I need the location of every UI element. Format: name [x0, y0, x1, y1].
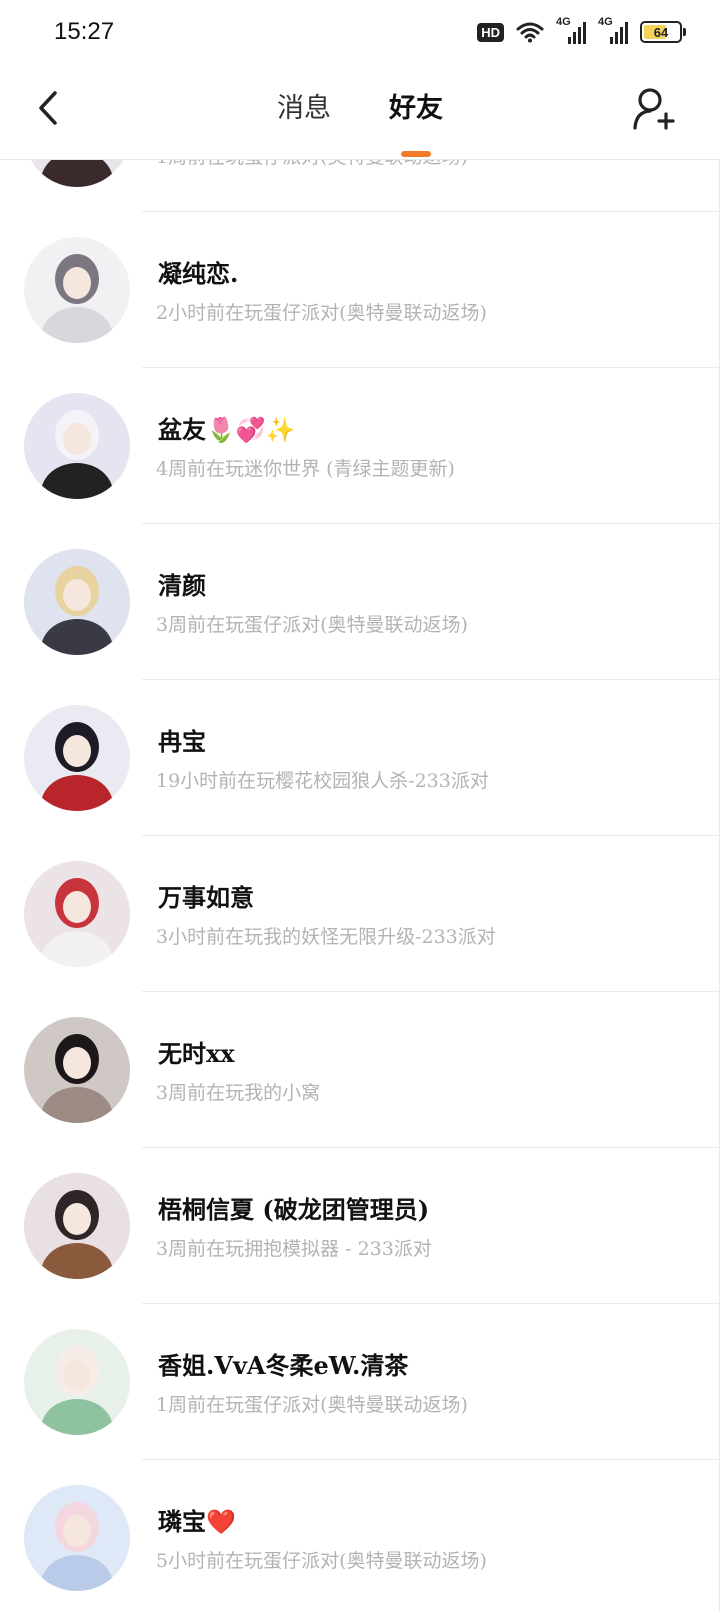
avatar-red-jacket-girl[interactable]: [24, 705, 130, 811]
nav-bar: 消息 好友: [0, 64, 720, 160]
friend-status: 4周前在玩迷你世界 (青绿主题更新): [156, 458, 455, 480]
avatar-chibi-red[interactable]: [24, 861, 130, 967]
friend-list-item[interactable]: 冉宝 19小时前在玩樱花校园狼人杀-233派对: [0, 680, 720, 836]
friend-name: 璘宝❤️: [158, 1507, 236, 1536]
friend-list-item[interactable]: 无时xx 3周前在玩我的小窝: [0, 992, 720, 1148]
friend-name: 万事如意: [158, 883, 254, 912]
tab-friends-label: 好友: [389, 93, 443, 124]
status-time: 15:27: [54, 18, 115, 45]
friend-name: 清颜: [158, 571, 206, 600]
avatar-white-hair-girl[interactable]: [24, 393, 130, 499]
friend-status: 3周前在玩拥抱模拟器 - 233派对: [156, 1238, 432, 1260]
avatar-pastel-girl[interactable]: [24, 1485, 130, 1591]
friend-name: 盆友🌷💞✨: [158, 415, 296, 444]
tab-friends[interactable]: 好友: [383, 84, 449, 157]
avatar-blonde-girl[interactable]: [24, 549, 130, 655]
friend-list-item[interactable]: NG™🦋败有真1周前在玩蛋仔派对(奥特曼联动返场): [0, 160, 720, 212]
tab-bar: 消息 好友: [0, 84, 720, 157]
friend-status: 3周前在玩我的小窝: [156, 1082, 321, 1104]
avatar-dark-hair[interactable]: [24, 160, 130, 187]
friend-status: 5小时前在玩蛋仔派对(奥特曼联动返场): [156, 1550, 487, 1572]
friend-list-item[interactable]: 香姐.VvA冬柔eW.清茶 1周前在玩蛋仔派对(奥特曼联动返场): [0, 1304, 720, 1460]
friend-name: 凝纯恋.: [158, 259, 239, 288]
friend-name: 冉宝: [158, 727, 206, 756]
add-person-icon: [633, 88, 675, 130]
friend-status: 3周前在玩蛋仔派对(奥特曼联动返场): [156, 614, 468, 636]
friend-list-item[interactable]: 梧桐信夏 (破龙团管理员) 3周前在玩拥抱模拟器 - 233派对: [0, 1148, 720, 1304]
tab-messages-label: 消息: [277, 93, 331, 124]
active-tab-indicator: [401, 151, 431, 157]
friend-status: 3小时前在玩我的妖怪无限升级-233派对: [156, 926, 496, 948]
friend-status: 1周前在玩蛋仔派对(奥特曼联动返场): [156, 1394, 468, 1416]
add-friend-button[interactable]: [632, 86, 678, 132]
friend-list-item[interactable]: 清颜 3周前在玩蛋仔派对(奥特曼联动返场): [0, 524, 720, 680]
battery-icon: 64: [640, 21, 686, 43]
avatar-anime-girl-umbrella[interactable]: [24, 237, 130, 343]
status-icons: HD 4G 4G 64: [477, 16, 686, 46]
avatar-pixel-character[interactable]: [24, 1173, 130, 1279]
hd-icon: HD: [477, 22, 504, 42]
avatar-cartoon-boy[interactable]: [24, 1329, 130, 1435]
wifi-icon: [516, 22, 544, 43]
signal-icon: 4G: [556, 16, 586, 44]
avatar-photo-girl[interactable]: [24, 1017, 130, 1123]
friend-list-item[interactable]: 璘宝❤️ 5小时前在玩蛋仔派对(奥特曼联动返场): [0, 1460, 720, 1612]
friend-list-item[interactable]: 万事如意 3小时前在玩我的妖怪无限升级-233派对: [0, 836, 720, 992]
friend-name: 香姐.VvA冬柔eW.清茶: [158, 1351, 409, 1380]
friend-status: 2小时前在玩蛋仔派对(奥特曼联动返场): [156, 302, 487, 324]
tab-messages[interactable]: 消息: [271, 84, 337, 127]
friend-status: 1周前在玩蛋仔派对(奥特曼联动返场): [156, 160, 468, 169]
friend-list[interactable]: NG™🦋败有真1周前在玩蛋仔派对(奥特曼联动返场) 凝纯恋. 2小时前在玩蛋仔派对(…: [0, 160, 720, 1612]
signal-icon-2: 4G: [598, 16, 628, 44]
friend-name: 无时xx: [158, 1039, 235, 1068]
friend-list-item[interactable]: 凝纯恋. 2小时前在玩蛋仔派对(奥特曼联动返场): [0, 212, 720, 368]
status-bar: 15:27 HD 4G 4G 64: [0, 0, 720, 64]
friend-name: 梧桐信夏 (破龙团管理员): [158, 1195, 430, 1224]
friend-list-item[interactable]: 盆友🌷💞✨ 4周前在玩迷你世界 (青绿主题更新): [0, 368, 720, 524]
friend-status: 19小时前在玩樱花校园狼人杀-233派对: [156, 770, 489, 792]
